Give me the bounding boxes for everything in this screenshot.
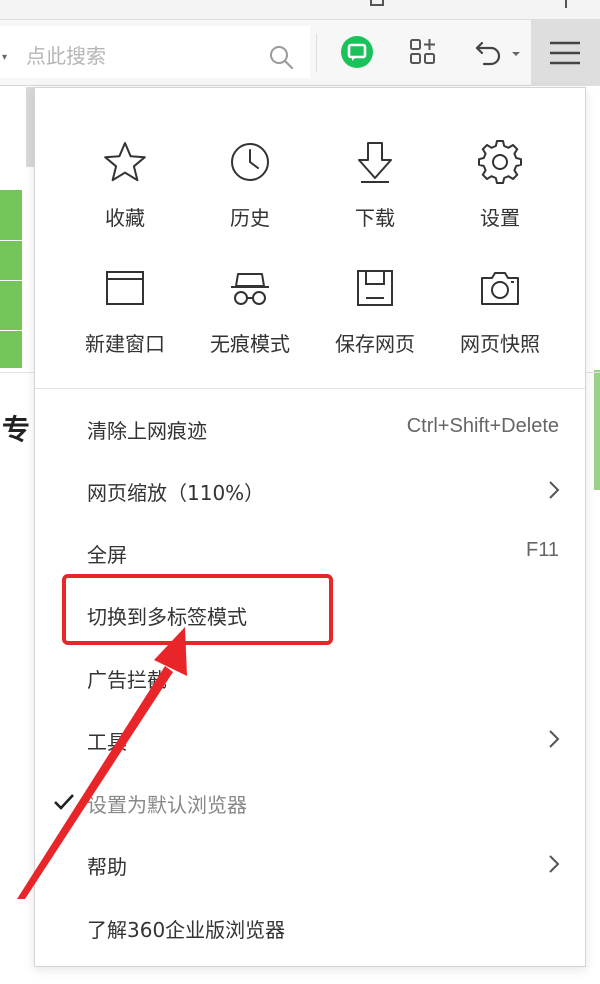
menu-item-label: 清除上网痕迹 bbox=[87, 419, 207, 443]
menu-item-ad-block[interactable]: 广告拦截 bbox=[35, 647, 585, 707]
search-icon[interactable] bbox=[268, 44, 294, 70]
menu-item-label: 设置为默认浏览器 bbox=[87, 793, 247, 817]
grid-label: 新建窗口 bbox=[85, 332, 165, 356]
grid-label: 无痕模式 bbox=[210, 332, 290, 356]
grid-label: 保存网页 bbox=[335, 332, 415, 356]
page-green-panel-right bbox=[594, 370, 600, 490]
page-green-panel bbox=[0, 190, 22, 368]
menu-item-set-default-browser[interactable]: 设置为默认浏览器 bbox=[35, 772, 585, 832]
grid-label: 设置 bbox=[480, 206, 520, 230]
checkmark-icon bbox=[54, 794, 74, 810]
page-divider-right bbox=[586, 372, 600, 373]
chat-bubble-icon[interactable] bbox=[340, 35, 374, 69]
page-divider bbox=[0, 372, 34, 373]
download-icon bbox=[358, 142, 392, 183]
menu-grid-save-page[interactable]: 保存网页 bbox=[315, 266, 435, 376]
grid-label: 收藏 bbox=[105, 206, 145, 230]
search-placeholder[interactable]: 点此搜索 bbox=[26, 40, 106, 69]
undo-dropdown-icon[interactable] bbox=[511, 50, 521, 58]
hamburger-menu-icon bbox=[550, 41, 580, 65]
chevron-right-icon bbox=[549, 481, 560, 499]
menu-grid-history[interactable]: 历史 bbox=[190, 140, 310, 250]
search-box[interactable]: ▾ 点此搜索 bbox=[0, 26, 310, 78]
menu-item-zoom[interactable]: 网页缩放（110%） bbox=[35, 460, 585, 520]
menu-item-label: 广告拦截 bbox=[87, 668, 167, 692]
grid-label: 下载 bbox=[355, 206, 395, 230]
menu-item-help[interactable]: 帮助 bbox=[35, 834, 585, 894]
chevron-right-icon bbox=[549, 855, 560, 873]
page-scrollbar[interactable] bbox=[26, 87, 34, 167]
close-window-icon[interactable] bbox=[565, 0, 567, 8]
toolbar-separator bbox=[316, 34, 317, 72]
menu-item-label: 切换到多标签模式 bbox=[87, 605, 247, 629]
gear-icon bbox=[478, 140, 522, 184]
menu-grid-settings[interactable]: 设置 bbox=[440, 140, 560, 250]
grid-label: 网页快照 bbox=[460, 332, 540, 356]
camera-icon bbox=[481, 272, 519, 305]
menu-grid-download[interactable]: 下载 bbox=[315, 140, 435, 250]
window-title-strip bbox=[0, 0, 600, 20]
menu-item-label: 了解360企业版浏览器 bbox=[87, 918, 286, 942]
menu-grid-snapshot[interactable]: 网页快照 bbox=[440, 266, 560, 376]
menu-divider bbox=[35, 388, 585, 389]
menu-item-label: 帮助 bbox=[87, 855, 127, 879]
menu-item-label: 网页缩放（110%） bbox=[87, 481, 265, 505]
star-icon bbox=[104, 142, 146, 182]
menu-item-tools[interactable]: 工具 bbox=[35, 709, 585, 769]
menu-grid-incognito[interactable]: 无痕模式 bbox=[190, 266, 310, 376]
incognito-icon bbox=[231, 273, 269, 305]
undo-icon[interactable] bbox=[474, 37, 504, 67]
menu-item-fullscreen[interactable]: 全屏 F11 bbox=[35, 522, 585, 582]
page-heading-fragment: 专 bbox=[2, 413, 31, 446]
apps-grid-icon[interactable] bbox=[408, 37, 438, 67]
menu-item-label: 全屏 bbox=[87, 543, 127, 567]
main-menu-button[interactable] bbox=[531, 20, 600, 86]
menu-item-shortcut: F11 bbox=[526, 539, 559, 561]
new-window-icon bbox=[106, 271, 144, 305]
restore-window-icon[interactable] bbox=[370, 0, 384, 6]
menu-item-clear-history[interactable]: 清除上网痕迹 Ctrl+Shift+Delete bbox=[35, 398, 585, 458]
menu-grid-favorites[interactable]: 收藏 bbox=[65, 140, 185, 250]
chevron-right-icon bbox=[549, 730, 560, 748]
menu-item-enterprise-info[interactable]: 了解360企业版浏览器 bbox=[35, 897, 585, 957]
main-menu-panel: 收藏 历史 下载 设置 新建窗口 无痕模式 保存网页 网页快照 清除上网痕迹 C… bbox=[34, 87, 586, 967]
menu-item-label: 工具 bbox=[87, 730, 127, 754]
menu-item-multi-tab-mode[interactable]: 切换到多标签模式 bbox=[35, 584, 585, 644]
clock-icon bbox=[231, 143, 269, 181]
menu-item-shortcut: Ctrl+Shift+Delete bbox=[406, 415, 559, 437]
search-engine-dropdown-icon[interactable]: ▾ bbox=[2, 52, 7, 63]
save-icon bbox=[357, 270, 393, 306]
menu-grid-new-window[interactable]: 新建窗口 bbox=[65, 266, 185, 376]
grid-label: 历史 bbox=[230, 206, 270, 230]
browser-toolbar: ▾ 点此搜索 bbox=[0, 20, 600, 86]
